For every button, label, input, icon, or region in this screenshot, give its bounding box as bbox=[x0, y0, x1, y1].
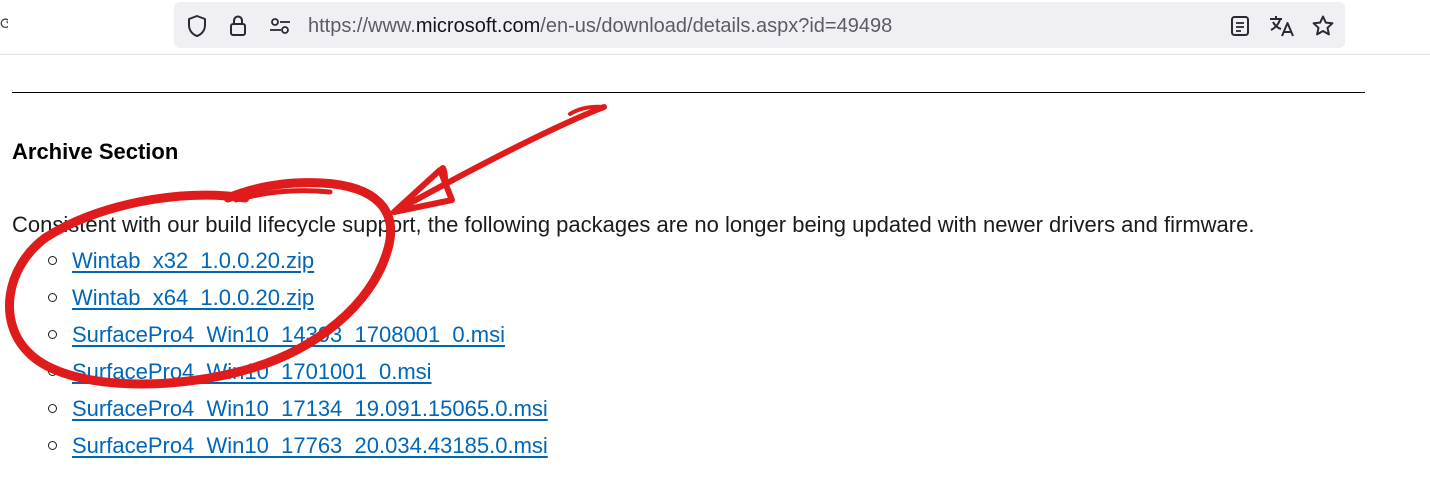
archive-file-list: Wintab_x32_1.0.0.20.zip Wintab_x64_1.0.0… bbox=[48, 247, 548, 469]
download-link-surfacepro4-17134[interactable]: SurfacePro4_Win10_17134_19.091.15065.0.m… bbox=[72, 396, 548, 421]
archive-section-heading: Archive Section bbox=[12, 139, 179, 164]
horizontal-rule bbox=[12, 92, 1365, 93]
permissions-icon[interactable] bbox=[268, 14, 292, 38]
url-text[interactable]: https://www.microsoft.com/en-us/download… bbox=[308, 15, 892, 37]
translate-icon[interactable] bbox=[1268, 14, 1296, 38]
url-prefix: https://www. bbox=[308, 15, 416, 37]
list-item: SurfacePro4_Win10_1701001_0.msi bbox=[48, 358, 548, 395]
bullet-circle-icon bbox=[48, 441, 57, 450]
bullet-circle-icon bbox=[48, 293, 57, 302]
list-item: SurfacePro4_Win10_17763_20.034.43185.0.m… bbox=[48, 432, 548, 469]
shield-icon[interactable] bbox=[185, 14, 209, 38]
bullet-circle-icon bbox=[48, 256, 57, 265]
download-link-wintab-x32[interactable]: Wintab_x32_1.0.0.20.zip bbox=[72, 248, 314, 273]
toolbar-divider bbox=[0, 54, 1430, 55]
list-item: Wintab_x32_1.0.0.20.zip bbox=[48, 247, 548, 284]
download-link-surfacepro4-14393[interactable]: SurfacePro4_Win10_14393_1708001_0.msi bbox=[72, 322, 505, 347]
download-link-surfacepro4-17763[interactable]: SurfacePro4_Win10_17763_20.034.43185.0.m… bbox=[72, 433, 548, 458]
download-link-surfacepro4-1701001[interactable]: SurfacePro4_Win10_1701001_0.msi bbox=[72, 359, 432, 384]
list-item: SurfacePro4_Win10_17134_19.091.15065.0.m… bbox=[48, 395, 548, 432]
bullet-circle-icon bbox=[48, 404, 57, 413]
bullet-circle-icon bbox=[48, 330, 57, 339]
list-item: Wintab_x64_1.0.0.20.zip bbox=[48, 284, 548, 321]
browser-toolbar: ⟳ https://www.microsoft.com/en-us/downlo… bbox=[0, 0, 1430, 54]
download-link-wintab-x64[interactable]: Wintab_x64_1.0.0.20.zip bbox=[72, 285, 314, 310]
bullet-circle-icon bbox=[48, 367, 57, 376]
list-item: SurfacePro4_Win10_14393_1708001_0.msi bbox=[48, 321, 548, 358]
url-domain: microsoft.com bbox=[415, 15, 541, 37]
lock-icon[interactable] bbox=[226, 14, 250, 38]
toolbar-edge-icon: ⟳ bbox=[0, 16, 8, 33]
url-path: /en-us/download/details.aspx?id=49498 bbox=[540, 15, 893, 37]
bookmark-star-icon[interactable] bbox=[1311, 14, 1335, 38]
browser-window: ⟳ https://www.microsoft.com/en-us/downlo… bbox=[0, 0, 1430, 487]
reader-view-icon[interactable] bbox=[1228, 14, 1252, 38]
address-bar[interactable]: https://www.microsoft.com/en-us/download… bbox=[174, 2, 1345, 48]
archive-description: Consistent with our build lifecycle supp… bbox=[12, 212, 1255, 237]
